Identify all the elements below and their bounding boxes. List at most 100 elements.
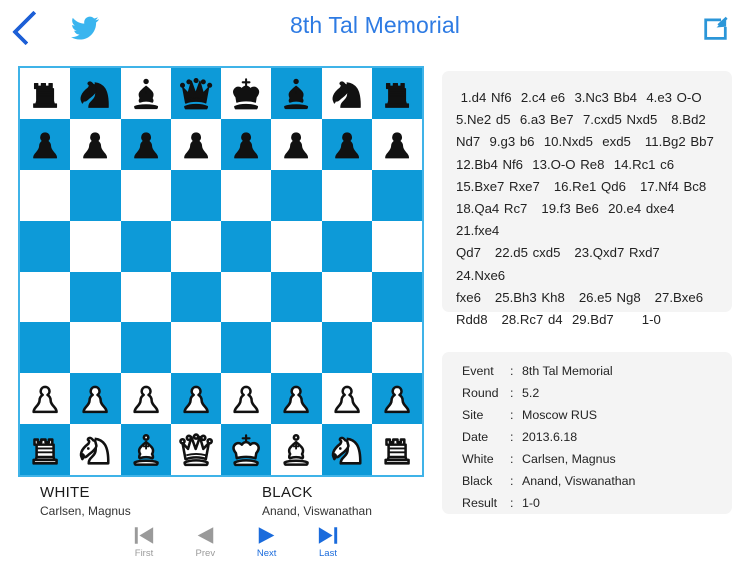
info-key-result: Result [462, 496, 498, 510]
square-e8[interactable] [221, 68, 272, 119]
move-list-text: 1.d4 Nf6 2.c4 e6 3.Nc3 Bb4 4.e3 O-O 5.Ne… [456, 90, 714, 328]
square-h4[interactable] [371, 271, 422, 323]
piece-wP [183, 385, 209, 414]
square-g7[interactable] [321, 118, 372, 170]
piece-bP [133, 132, 158, 159]
square-a6[interactable] [20, 169, 71, 221]
square-e3[interactable] [221, 322, 272, 374]
square-g5[interactable] [321, 220, 372, 272]
square-e4[interactable] [221, 271, 272, 323]
piece-bB [133, 78, 158, 110]
piece-bP [334, 132, 359, 159]
piece-wQ [178, 433, 213, 467]
white-player-name: Carlsen, Magnus [40, 504, 131, 518]
square-h1[interactable] [371, 424, 422, 475]
square-d6[interactable] [170, 169, 221, 221]
square-a1[interactable] [20, 424, 71, 475]
square-f6[interactable] [271, 169, 322, 221]
piece-wP [132, 385, 159, 414]
square-e6[interactable] [221, 169, 272, 221]
square-h3[interactable] [371, 322, 422, 374]
nav-button-last[interactable]: Last [302, 525, 354, 560]
square-b7[interactable] [70, 118, 121, 170]
piece-bN [80, 81, 110, 108]
square-c3[interactable] [120, 322, 171, 374]
step-backward-icon [194, 525, 216, 546]
step-forward-icon [256, 525, 278, 546]
square-c6[interactable] [120, 169, 171, 221]
move-list-panel[interactable]: 1.d4 Nf6 2.c4 e6 3.Nc3 Bb4 4.e3 O-O 5.Ne… [442, 71, 732, 327]
square-d7[interactable] [170, 118, 221, 170]
square-h7[interactable] [371, 118, 422, 170]
square-e7[interactable] [221, 118, 272, 170]
square-d1[interactable] [170, 424, 221, 475]
nav-button-first[interactable]: First [118, 525, 170, 560]
square-c2[interactable] [120, 373, 171, 425]
square-g3[interactable] [321, 322, 372, 374]
square-b5[interactable] [70, 220, 121, 272]
piece-wP [233, 385, 259, 414]
nav-button-prev[interactable]: Prev [179, 525, 231, 560]
square-f8[interactable] [271, 68, 322, 119]
square-f5[interactable] [271, 220, 322, 272]
square-g4[interactable] [321, 271, 372, 323]
square-d3[interactable] [170, 322, 221, 374]
info-row-black: Black: Anand, Viswanathan [462, 474, 722, 496]
square-e5[interactable] [221, 220, 272, 272]
board-grid[interactable] [20, 68, 422, 475]
square-d5[interactable] [170, 220, 221, 272]
square-b8[interactable] [70, 68, 121, 119]
piece-bR [384, 83, 409, 108]
square-a4[interactable] [20, 271, 71, 323]
square-h5[interactable] [371, 220, 422, 272]
square-d2[interactable] [170, 373, 221, 425]
info-row-white: White: Carlsen, Magnus [462, 452, 722, 474]
square-b2[interactable] [70, 373, 121, 425]
square-c4[interactable] [120, 271, 171, 323]
info-separator: : [510, 430, 514, 444]
square-b3[interactable] [70, 322, 121, 374]
square-h6[interactable] [371, 169, 422, 221]
piece-wR [32, 438, 58, 465]
square-g6[interactable] [321, 169, 372, 221]
square-c1[interactable] [120, 424, 171, 475]
share-button[interactable] [694, 6, 740, 50]
skip-to-last-icon [317, 525, 339, 546]
square-f2[interactable] [271, 373, 322, 425]
square-f3[interactable] [271, 322, 322, 374]
square-d4[interactable] [170, 271, 221, 323]
nav-button-next[interactable]: Next [241, 525, 293, 560]
piece-bN [332, 81, 361, 108]
square-a5[interactable] [20, 220, 71, 272]
chess-board[interactable] [18, 66, 424, 477]
square-f4[interactable] [271, 271, 322, 323]
info-key-round: Round [462, 386, 499, 400]
piece-bB [284, 78, 309, 110]
square-c8[interactable] [120, 68, 171, 119]
square-e1[interactable] [221, 424, 272, 475]
square-a3[interactable] [20, 322, 71, 374]
square-a8[interactable] [20, 68, 71, 119]
info-separator: : [510, 408, 514, 422]
info-value-round: 5.2 [522, 386, 540, 400]
square-b4[interactable] [70, 271, 121, 323]
square-c7[interactable] [120, 118, 171, 170]
square-b1[interactable] [70, 424, 121, 475]
square-f1[interactable] [271, 424, 322, 475]
square-g1[interactable] [321, 424, 372, 475]
square-h8[interactable] [371, 68, 422, 119]
square-e2[interactable] [221, 373, 272, 425]
square-c5[interactable] [120, 220, 171, 272]
square-a7[interactable] [20, 118, 71, 170]
black-player-name: Anand, Viswanathan [262, 504, 372, 518]
square-f7[interactable] [271, 118, 322, 170]
square-b6[interactable] [70, 169, 121, 221]
square-g2[interactable] [321, 373, 372, 425]
piece-bP [33, 132, 58, 159]
square-h2[interactable] [371, 373, 422, 425]
square-a2[interactable] [20, 373, 71, 425]
square-g8[interactable] [321, 68, 372, 119]
white-player-block: WHITE Carlsen, Magnus [40, 484, 131, 520]
info-row-date: Date:2013.6.18 [462, 430, 722, 452]
square-d8[interactable] [170, 68, 221, 119]
